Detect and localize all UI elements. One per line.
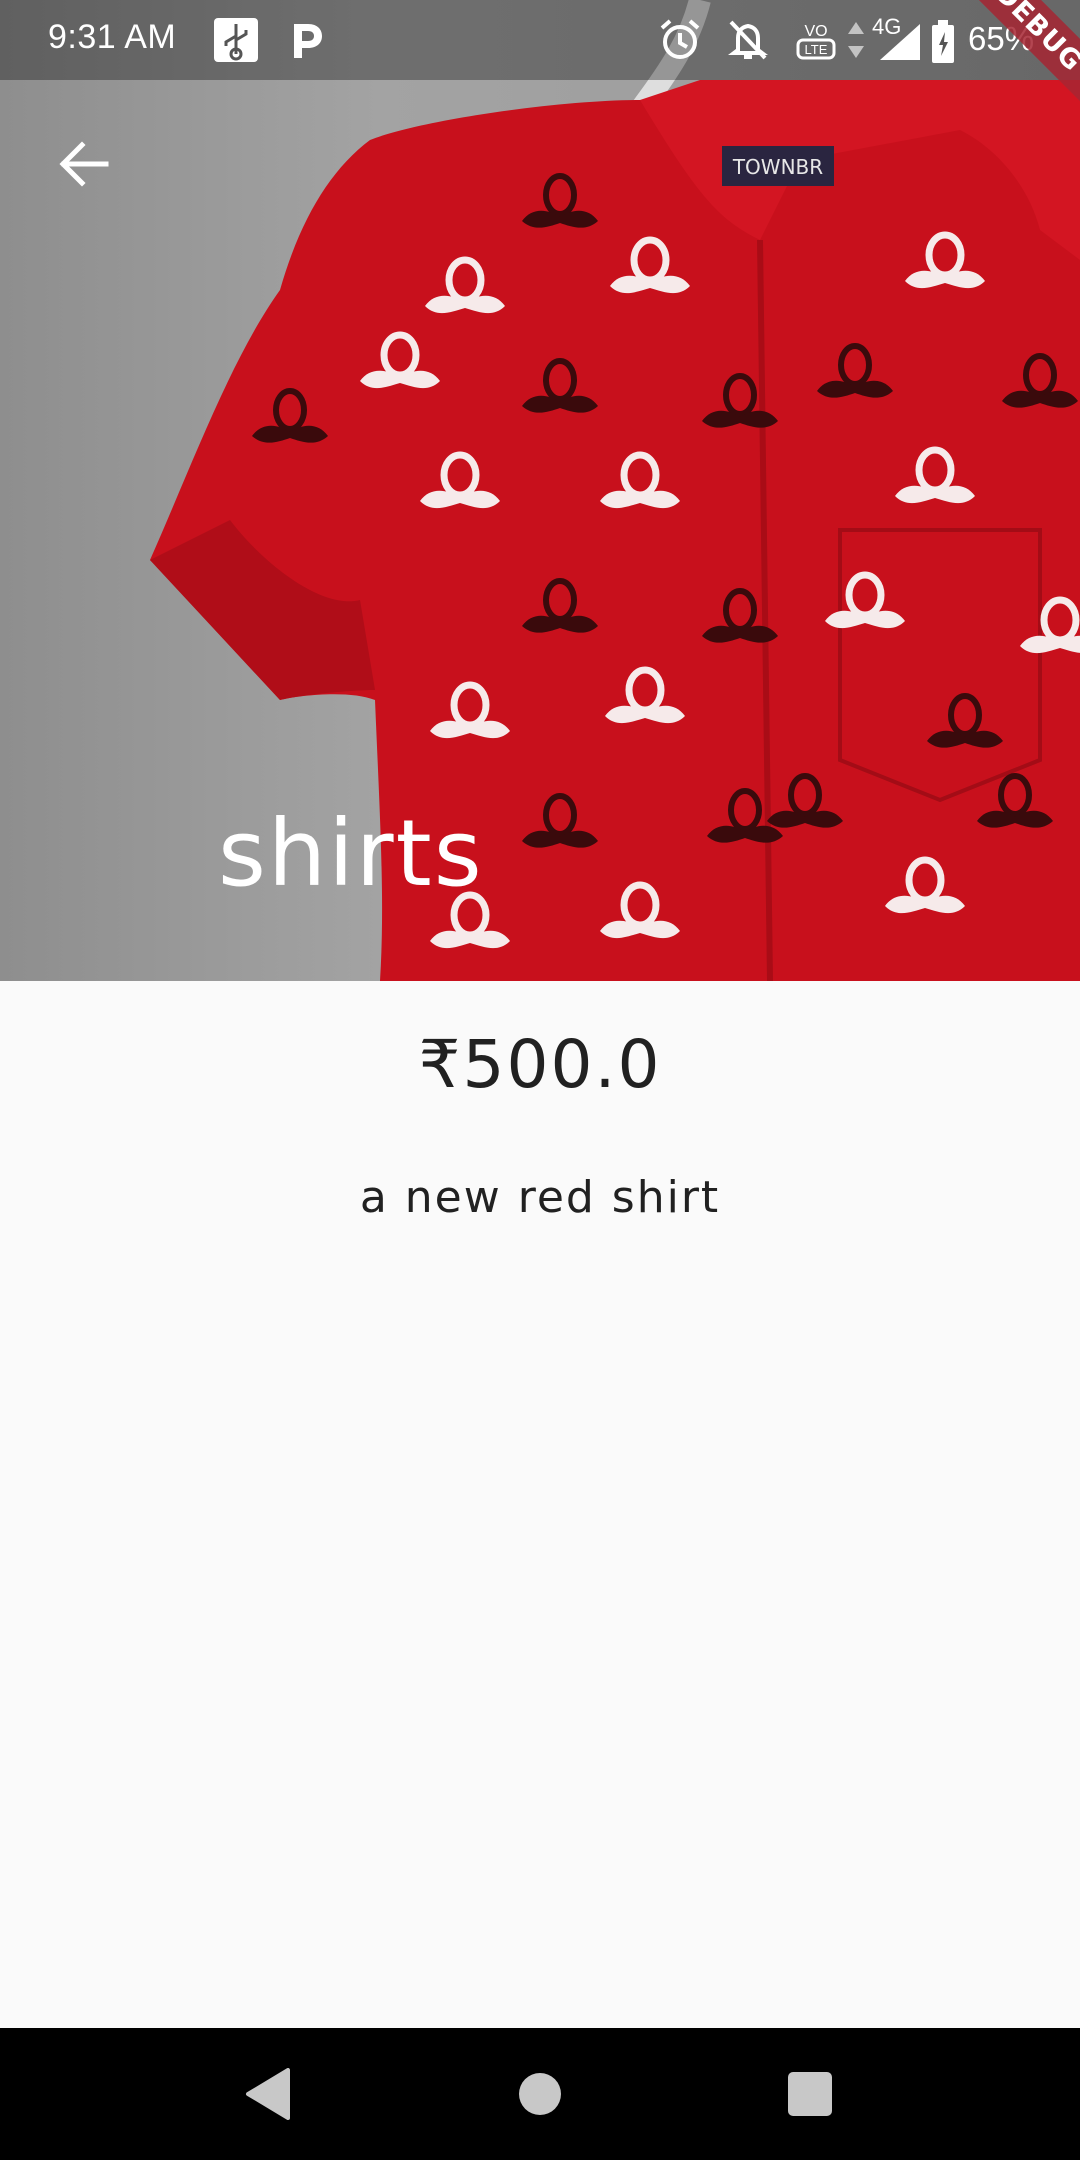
status-bar: 9:31 AM VO LTE 4G 65% bbox=[0, 0, 1080, 80]
arrow-back-icon bbox=[59, 141, 109, 187]
product-price: ₹500.0 bbox=[418, 1026, 662, 1103]
nav-recents-button[interactable] bbox=[770, 2054, 850, 2134]
svg-text:LTE: LTE bbox=[805, 42, 828, 57]
nav-back-button[interactable] bbox=[228, 2054, 308, 2134]
svg-text:VO: VO bbox=[804, 23, 827, 40]
screen: TOWNBR 9:31 AM VO LTE 4G 65% DEBUG shirt… bbox=[0, 0, 1080, 2160]
system-nav-bar bbox=[0, 2028, 1080, 2160]
alarm-icon bbox=[660, 19, 700, 59]
back-button[interactable] bbox=[48, 128, 120, 200]
volte-icon: VO LTE bbox=[796, 23, 836, 60]
recents-square-icon bbox=[788, 2072, 832, 2116]
back-triangle-icon bbox=[246, 2068, 290, 2120]
brand-label: TOWNBR bbox=[732, 155, 823, 179]
status-time: 9:31 AM bbox=[48, 18, 177, 56]
parking-icon bbox=[294, 24, 322, 58]
usb-icon bbox=[214, 18, 258, 62]
battery-icon bbox=[932, 20, 954, 63]
signal-icon bbox=[880, 24, 920, 60]
shirt-photo: TOWNBR bbox=[0, 0, 1080, 981]
product-hero-image: TOWNBR 9:31 AM VO LTE 4G 65% DEBUG shirt… bbox=[0, 0, 1080, 981]
page-title: shirts bbox=[218, 800, 484, 907]
nav-home-button[interactable] bbox=[500, 2054, 580, 2134]
data-arrows-icon bbox=[848, 22, 864, 58]
product-description: a new red shirt bbox=[359, 1172, 721, 1223]
notifications-off-icon bbox=[728, 20, 768, 60]
home-circle-icon bbox=[519, 2073, 561, 2115]
